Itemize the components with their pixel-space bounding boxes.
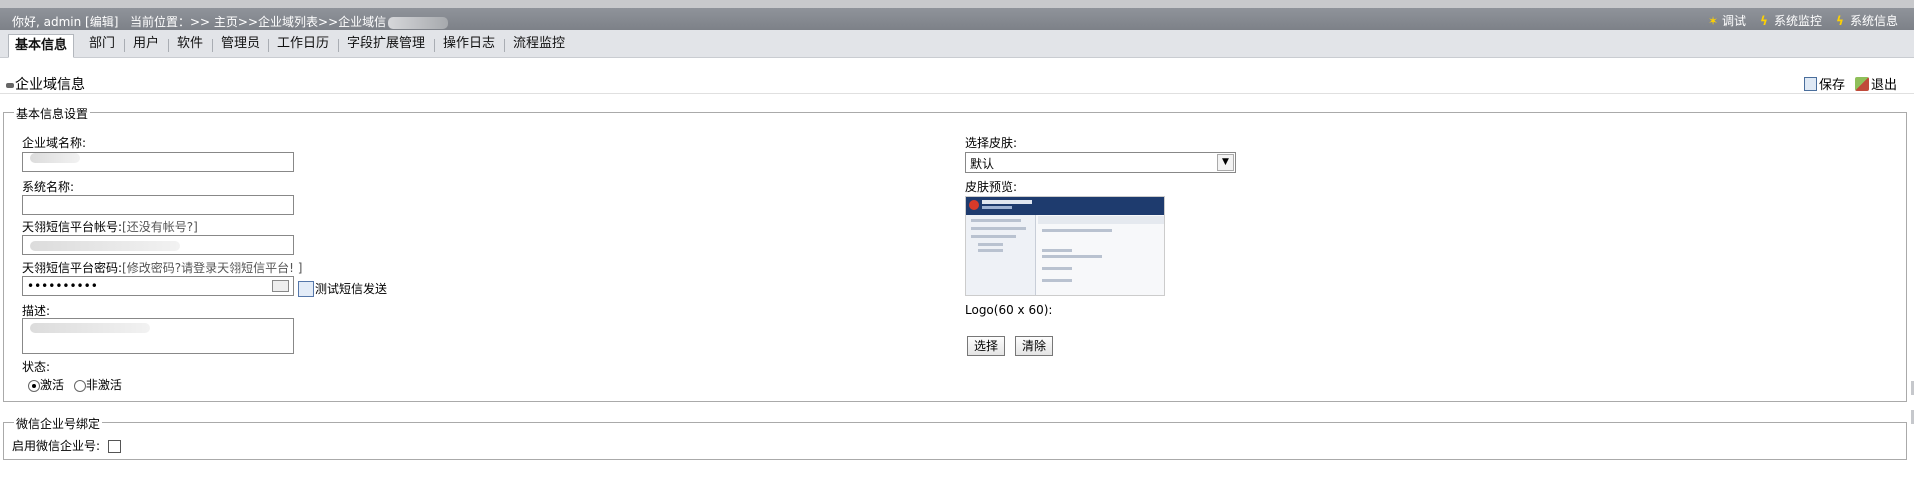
preview-line — [978, 243, 1003, 246]
status-inactive-radio[interactable] — [73, 379, 86, 392]
debug-link-label: 调试 — [1721, 14, 1746, 28]
description-label: 描述: — [22, 304, 51, 318]
tab-users[interactable]: 用户 — [127, 35, 165, 55]
skin-preview-label: 皮肤预览: — [965, 180, 1018, 194]
select-logo-button[interactable]: 选择 — [967, 336, 1006, 356]
tab-admin[interactable]: 管理员 — [215, 35, 266, 55]
preview-line — [971, 219, 1021, 222]
lightning-icon: ϟ — [1835, 14, 1844, 28]
sms-account-label-text: 天翎短信平台帐号: — [22, 220, 123, 234]
sms-password-label: 天翎短信平台密码:[修改密码?请登录天翎短信平台! ] — [22, 259, 302, 276]
status-radio-group: 激活 非激活 — [28, 376, 122, 393]
status-label: 状态: — [22, 360, 51, 374]
skin-select-value: 默认 — [970, 157, 995, 171]
save-button[interactable]: 保存 — [1804, 74, 1845, 93]
chevron-down-icon: ▼ — [1217, 154, 1234, 171]
save-button-label: 保存 — [1819, 78, 1846, 93]
wechat-enable-row: 启用微信企业号: — [12, 437, 122, 454]
tab-separator — [212, 39, 213, 52]
sms-password-input[interactable]: •••••••••• — [22, 276, 294, 296]
exit-button-label: 退出 — [1871, 78, 1898, 93]
top-status-bar: 你好, admin [编辑] 当前位置：>> 主页>>企业域列表>>企业域信 ✶… — [0, 0, 1914, 30]
status-active-label: 激活 — [40, 378, 65, 392]
domain-name-label: 企业域名称: — [22, 136, 87, 150]
logo-label: Logo(60 x 60): — [965, 303, 1053, 317]
preview-line — [1042, 267, 1072, 270]
greeting-text[interactable]: 你好, admin [编辑] — [12, 13, 118, 30]
exit-icon — [1855, 76, 1869, 91]
redacted-text — [30, 153, 80, 163]
tab-separator — [168, 39, 169, 52]
preview-line — [978, 249, 1003, 252]
change-password-hint[interactable]: [修改密码?请登录天翎短信平台! ] — [122, 261, 302, 275]
preview-subtitle-bar — [982, 206, 1012, 209]
tab-field-extension[interactable]: 字段扩展管理 — [341, 35, 431, 55]
status-inactive-label: 非激活 — [85, 378, 122, 392]
preview-title-bar — [982, 200, 1032, 204]
debug-icon: ✶ — [1707, 14, 1719, 28]
tab-software[interactable]: 软件 — [171, 35, 209, 55]
system-name-label: 系统名称: — [22, 180, 75, 194]
sms-password-label-text: 天翎短信平台密码: — [22, 261, 123, 275]
tab-separator — [434, 39, 435, 52]
keyboard-icon[interactable] — [272, 280, 289, 292]
sms-account-label: 天翎短信平台帐号:[还没有帐号?] — [22, 218, 198, 235]
system-info-link[interactable]: ϟ 系统信息 — [1836, 12, 1898, 29]
top-links: ✶ 调试 ϟ 系统监控 ϟ 系统信息 — [1708, 12, 1898, 29]
tab-separator — [504, 39, 505, 52]
system-monitor-link-label: 系统监控 — [1773, 14, 1822, 28]
breadcrumb-text[interactable]: 当前位置：>> 主页>>企业域列表>>企业域信 — [130, 15, 386, 29]
preview-line — [1042, 279, 1072, 282]
tab-separator — [124, 39, 125, 52]
save-icon — [1804, 76, 1817, 91]
wechat-enable-label: 启用微信企业号: — [12, 439, 101, 453]
calendar-icon — [298, 280, 314, 297]
tab-separator — [338, 39, 339, 52]
bullet-icon — [6, 82, 14, 88]
redacted-text — [30, 241, 180, 251]
wechat-legend: 微信企业号绑定 — [14, 415, 103, 432]
tab-basic-info[interactable]: 基本信息 — [8, 34, 75, 58]
tab-operation-log[interactable]: 操作日志 — [437, 35, 501, 55]
tab-work-calendar[interactable]: 工作日历 — [271, 35, 335, 55]
test-sms-button[interactable]: 测试短信发送 — [298, 280, 387, 297]
preview-line — [1042, 229, 1112, 232]
system-info-link-label: 系统信息 — [1849, 14, 1898, 28]
test-sms-label: 测试短信发送 — [315, 282, 388, 296]
system-monitor-link[interactable]: ϟ 系统监控 — [1760, 12, 1822, 29]
clear-logo-button[interactable]: 清除 — [1015, 336, 1054, 356]
preview-line — [1042, 249, 1072, 252]
wechat-fieldset: 微信企业号绑定 — [3, 415, 1907, 460]
tab-bar: 基本信息 部门 用户 软件 管理员 工作日历 字段扩展管理 操作日志 流程监控 — [0, 30, 1914, 58]
skin-label: 选择皮肤: — [965, 136, 1018, 150]
preview-line — [971, 227, 1026, 230]
skin-preview-image — [965, 196, 1165, 296]
tab-department[interactable]: 部门 — [83, 35, 121, 55]
page-title-row: 企业域信息 保存 退出 — [0, 72, 1914, 94]
preview-line — [1042, 255, 1102, 258]
no-account-link[interactable]: [还没有帐号?] — [122, 220, 198, 234]
tab-separator — [268, 39, 269, 52]
debug-link[interactable]: ✶ 调试 — [1708, 12, 1746, 29]
preview-line — [971, 235, 1016, 238]
tab-process-monitor[interactable]: 流程监控 — [507, 35, 571, 55]
preview-logo — [969, 200, 979, 210]
basic-info-legend: 基本信息设置 — [14, 105, 91, 122]
page-title: 企业域信息 — [6, 74, 85, 94]
breadcrumb-redacted — [388, 16, 449, 29]
status-active-radio[interactable] — [28, 379, 40, 392]
wechat-enable-checkbox[interactable] — [108, 440, 122, 453]
lightning-icon: ϟ — [1759, 14, 1768, 28]
page-title-text: 企业域信息 — [15, 77, 85, 93]
exit-button[interactable]: 退出 — [1855, 74, 1897, 93]
breadcrumb: 当前位置：>> 主页>>企业域列表>>企业域信 — [130, 13, 449, 30]
redacted-text — [30, 323, 150, 333]
preview-toolbar — [1038, 216, 1164, 224]
sms-password-value: •••••••••• — [27, 279, 98, 293]
skin-select[interactable]: 默认 ▼ — [965, 152, 1236, 173]
system-name-input[interactable] — [22, 195, 294, 215]
